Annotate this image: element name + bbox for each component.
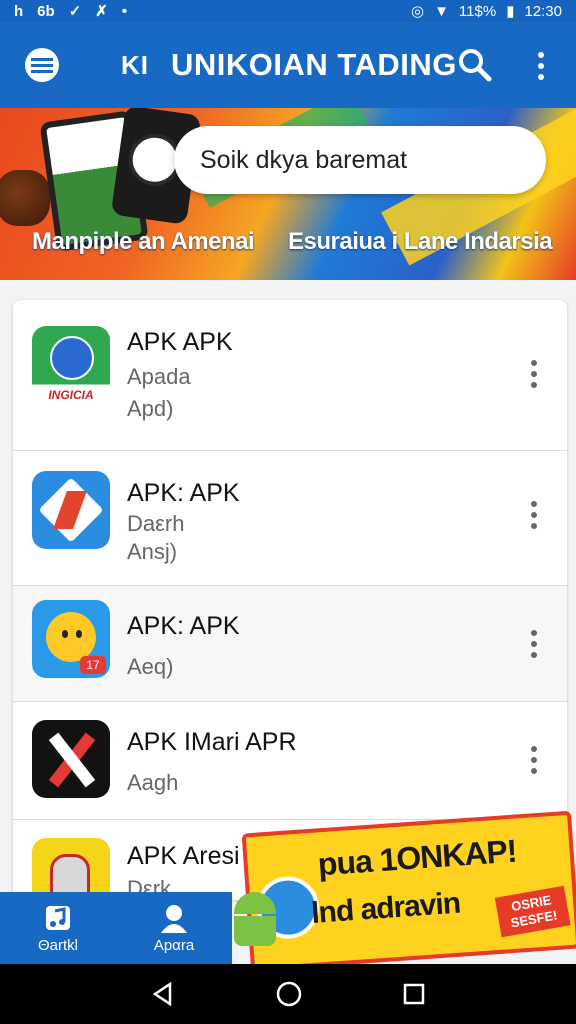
app-meta: Aeq) [127,654,174,679]
app-icon-x [32,720,110,798]
spice-image [0,170,50,226]
promo-stamp: OSRIE SESFE! [494,885,571,938]
app-subtitle: Daεrh [127,511,185,536]
promo-headline: pua 1ONKAP! [316,832,518,883]
overflow-menu-icon[interactable] [536,52,546,82]
app-name: APK APK [127,328,233,356]
back-icon[interactable] [150,981,176,1007]
list-item[interactable]: APK: APK Daεrh Ansj) [13,451,567,586]
app-meta: Ansj) [127,539,178,564]
status-glyph-6b: 6b [37,2,55,20]
app-name: APK: APK [127,479,240,507]
more-options-icon[interactable] [527,501,541,534]
app-name: APK: APK [127,612,240,640]
alarm-icon: ◎ [410,3,425,20]
promo-ad[interactable]: pua 1ONKAP! lnd adravin OSRIE SESFE! [241,810,576,972]
app-bar: KI UNIKOIAN TADING [0,22,576,108]
status-time: 12:30 [524,2,562,20]
app-subtitle: Apada [127,364,191,389]
list-item[interactable]: INGICIA APK APK Apada Apd) [13,300,567,451]
menu-button[interactable] [25,48,59,82]
android-icon [230,892,280,946]
status-bar: h 6b ✓ ✗ • ◎ ▼ 11$% ▮ 12:30 [0,0,576,22]
app-icon-pack [32,838,110,900]
app-icon-globe: INGICIA [32,326,110,404]
more-options-icon[interactable] [527,630,541,663]
more-options-icon[interactable] [527,746,541,779]
bottom-nav: Θartkl Apαra [0,892,232,964]
person-icon [161,904,187,933]
banner-search-bar[interactable]: Sοik dkya baremat [174,126,546,194]
app-meta: Apd) [127,396,174,421]
home-icon[interactable] [275,980,303,1008]
app-name: APK Aresi [127,842,240,870]
banner-caption-right: Esuraiua i Lane Indarsia [288,228,553,255]
status-glyph-h: h [14,2,24,20]
wifi-icon: ▼ [434,2,449,20]
nav-item-profile[interactable]: Apαra [116,892,232,964]
more-options-icon[interactable] [527,360,541,393]
app-meta: Aagh [127,770,179,795]
battery-text: 11$% [458,2,497,20]
app-list: INGICIA APK APK Apada Apd) APK: APK Daεr… [13,300,567,900]
app-logo: KI [121,49,149,80]
nav-label: Θartkl [37,936,78,954]
x-icon: ✗ [95,3,108,20]
app-name: APK IMari APR [127,728,297,756]
search-icon[interactable] [458,48,492,82]
page-title: UNIKOIAN TADING [171,47,457,82]
list-item[interactable]: 17 APK: APK Aeq) [13,586,567,702]
check-icon: ✓ [68,3,82,20]
nav-label: Apαra [153,936,195,954]
promo-subline: lnd adravin [310,886,462,930]
banner-caption-left: Manpiple an Amenai [32,228,255,255]
app-icon-sun: 17 [32,600,110,678]
battery-icon: ▮ [506,3,515,20]
list-item[interactable]: APK IMari APR Aagh [13,702,567,820]
app-icon-arrow [32,471,110,549]
system-nav-bar [0,964,576,1024]
nav-item-music[interactable]: Θartkl [0,892,116,964]
recents-icon[interactable] [402,982,426,1006]
music-note-icon [46,905,70,930]
dot-icon: • [121,2,128,20]
